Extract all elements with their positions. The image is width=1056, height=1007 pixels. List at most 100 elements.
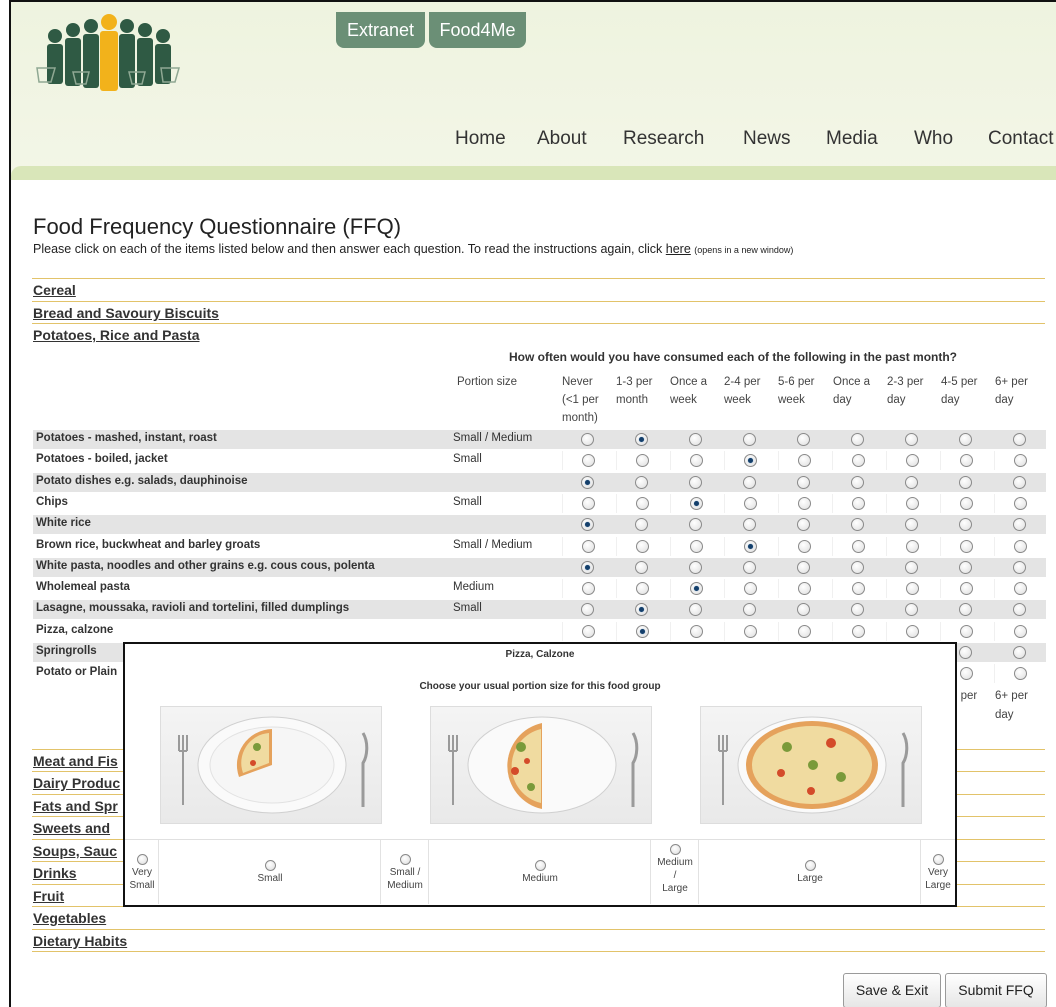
category-bottom-7[interactable]: Vegetables [32, 906, 1045, 928]
frequency-radio[interactable] [635, 560, 648, 574]
frequency-radio[interactable] [905, 603, 918, 617]
frequency-radio[interactable] [636, 454, 649, 468]
frequency-radio[interactable] [582, 539, 595, 553]
frequency-radio[interactable] [581, 518, 594, 532]
portion-option-3[interactable]: Medium [429, 840, 651, 904]
nav-home[interactable]: Home [455, 128, 506, 150]
frequency-radio[interactable] [852, 496, 865, 510]
frequency-radio[interactable] [959, 518, 972, 532]
portion-radio[interactable] [136, 854, 148, 865]
frequency-radio[interactable] [852, 454, 865, 468]
pizza-small-image[interactable] [160, 706, 382, 824]
frequency-radio[interactable] [1014, 496, 1027, 510]
frequency-radio[interactable] [581, 475, 594, 489]
frequency-radio[interactable] [797, 560, 810, 574]
portion-option-0[interactable]: Very Small [125, 840, 159, 904]
frequency-radio[interactable] [906, 496, 919, 510]
frequency-radio[interactable] [635, 475, 648, 489]
frequency-radio[interactable] [582, 496, 595, 510]
frequency-radio[interactable] [851, 560, 864, 574]
frequency-radio[interactable] [960, 454, 973, 468]
frequency-radio[interactable] [797, 433, 810, 446]
tab-food4me[interactable]: Food4Me [429, 12, 526, 48]
frequency-radio[interactable] [905, 518, 918, 532]
portion-option-4[interactable]: Medium / Large [651, 840, 699, 904]
portion-radio[interactable] [534, 860, 546, 871]
frequency-radio[interactable] [690, 454, 703, 468]
frequency-radio[interactable] [960, 496, 973, 510]
frequency-radio[interactable] [959, 603, 972, 617]
frequency-radio[interactable] [690, 582, 703, 596]
frequency-radio[interactable] [744, 539, 757, 553]
frequency-radio[interactable] [635, 433, 648, 446]
frequency-radio[interactable] [906, 539, 919, 553]
frequency-radio[interactable] [797, 518, 810, 532]
nav-contact[interactable]: Contact [988, 128, 1053, 150]
frequency-radio[interactable] [636, 624, 649, 638]
frequency-radio[interactable] [798, 539, 811, 553]
portion-option-5[interactable]: Large [699, 840, 921, 904]
frequency-radio[interactable] [959, 646, 972, 659]
frequency-radio[interactable] [635, 603, 648, 617]
frequency-radio[interactable] [581, 433, 594, 446]
frequency-radio[interactable] [906, 582, 919, 596]
frequency-radio[interactable] [798, 454, 811, 468]
frequency-radio[interactable] [582, 624, 595, 638]
nav-news[interactable]: News [743, 128, 791, 150]
nav-who[interactable]: Who [914, 128, 953, 150]
frequency-radio[interactable] [744, 496, 757, 510]
frequency-radio[interactable] [743, 433, 756, 446]
category-0[interactable]: Cereal [32, 278, 1045, 300]
frequency-radio[interactable] [689, 433, 702, 446]
frequency-radio[interactable] [582, 582, 595, 596]
frequency-radio[interactable] [743, 475, 756, 489]
frequency-radio[interactable] [852, 624, 865, 638]
save-exit-button[interactable]: Save & Exit [843, 973, 941, 1007]
frequency-radio[interactable] [960, 582, 973, 596]
frequency-radio[interactable] [1014, 539, 1027, 553]
portion-radio[interactable] [264, 860, 276, 871]
frequency-radio[interactable] [960, 667, 973, 681]
frequency-radio[interactable] [852, 539, 865, 553]
frequency-radio[interactable] [689, 475, 702, 489]
frequency-radio[interactable] [1013, 603, 1026, 617]
frequency-radio[interactable] [581, 603, 594, 617]
frequency-radio[interactable] [905, 433, 918, 446]
frequency-radio[interactable] [798, 496, 811, 510]
frequency-radio[interactable] [744, 582, 757, 596]
frequency-radio[interactable] [851, 518, 864, 532]
frequency-radio[interactable] [798, 582, 811, 596]
frequency-radio[interactable] [636, 539, 649, 553]
frequency-radio[interactable] [797, 475, 810, 489]
frequency-radio[interactable] [959, 560, 972, 574]
frequency-radio[interactable] [905, 475, 918, 489]
nav-media[interactable]: Media [826, 128, 878, 150]
frequency-radio[interactable] [636, 582, 649, 596]
nav-about[interactable]: About [537, 128, 587, 150]
frequency-radio[interactable] [960, 624, 973, 638]
frequency-radio[interactable] [689, 603, 702, 617]
frequency-radio[interactable] [906, 624, 919, 638]
portion-radio[interactable] [804, 860, 816, 871]
frequency-radio[interactable] [959, 475, 972, 489]
frequency-radio[interactable] [1014, 667, 1027, 681]
frequency-radio[interactable] [582, 454, 595, 468]
frequency-radio[interactable] [851, 475, 864, 489]
frequency-radio[interactable] [1014, 624, 1027, 638]
frequency-radio[interactable] [905, 560, 918, 574]
frequency-radio[interactable] [689, 560, 702, 574]
frequency-radio[interactable] [635, 518, 648, 532]
pizza-large-image[interactable] [700, 706, 922, 824]
frequency-radio[interactable] [851, 603, 864, 617]
frequency-radio[interactable] [1013, 433, 1026, 446]
frequency-radio[interactable] [851, 433, 864, 446]
frequency-radio[interactable] [690, 496, 703, 510]
nav-research[interactable]: Research [623, 128, 704, 150]
frequency-radio[interactable] [852, 582, 865, 596]
tab-extranet[interactable]: Extranet [336, 12, 425, 48]
frequency-radio[interactable] [1013, 646, 1026, 659]
portion-option-6[interactable]: Very Large [921, 840, 955, 904]
frequency-radio[interactable] [581, 560, 594, 574]
frequency-radio[interactable] [743, 560, 756, 574]
frequency-radio[interactable] [690, 624, 703, 638]
